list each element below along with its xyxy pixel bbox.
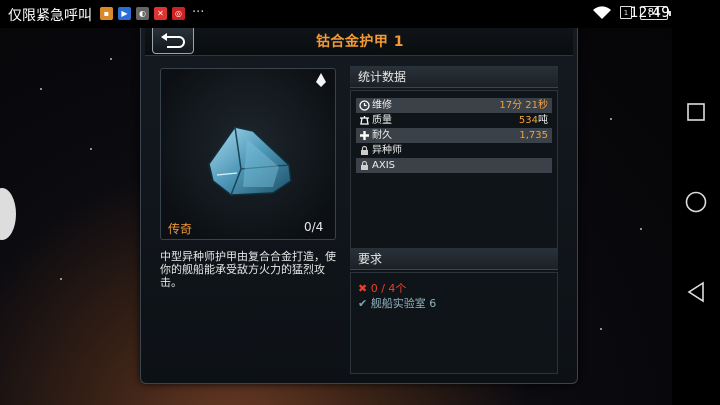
requirement-met: ✔ 舰船实验室 6 — [358, 297, 437, 310]
play-notification-icon: ▶ — [118, 7, 131, 20]
stat-label: 异种师 — [372, 145, 402, 156]
back-arrow-icon — [161, 32, 185, 48]
requirement-unmet: ✖ 0 / 4个 — [358, 282, 407, 295]
stat-row-durability: 耐久 1,735 — [356, 128, 552, 143]
stat-label: 维修 — [372, 100, 392, 111]
recents-button[interactable] — [672, 92, 720, 132]
stat-row-xenotech: 异种师 — [356, 143, 552, 158]
square-icon — [687, 103, 705, 121]
requirements-header: 要求 — [350, 248, 558, 270]
clock-icon — [359, 100, 370, 111]
check-icon: ✔ — [358, 297, 368, 310]
status-bar: 仅限紧急呼叫 ▪ ▶ ◐ ✕ ◎ ··· 1 81 12:49 — [0, 0, 720, 28]
plus-icon — [360, 131, 369, 140]
clock: 12:49 — [629, 5, 670, 21]
armor-plate-image — [208, 126, 292, 196]
stat-label: AXIS — [372, 160, 395, 171]
stat-value: 534吨 — [518, 115, 548, 126]
rarity-label: 传奇 — [168, 222, 193, 236]
home-button[interactable] — [672, 182, 720, 222]
lock-icon — [361, 145, 368, 155]
item-image-panel — [160, 68, 336, 240]
stat-row-axis: AXIS — [356, 158, 552, 173]
stat-value: 17分 21秒 — [499, 100, 548, 111]
carrier-text: 仅限紧急呼叫 — [8, 8, 92, 24]
app-notification-icon: ◎ — [172, 7, 185, 20]
stat-value: 1,735 — [519, 130, 548, 141]
back-button[interactable] — [152, 28, 194, 54]
crystal-icon — [316, 73, 326, 87]
app-notification-icon: ▪ — [100, 7, 113, 20]
side-drawer-handle[interactable] — [0, 188, 16, 240]
item-description: 中型异种师护甲由复合合金打造，使你的舰船能承受敌方火力的猛烈攻击。 — [160, 250, 336, 289]
owned-count: 0/4 — [304, 220, 324, 234]
app-notification-icon: ◐ — [136, 7, 149, 20]
app-notification-icon: ✕ — [154, 7, 167, 20]
lock-icon — [361, 160, 368, 170]
stat-label: 耐久 — [372, 130, 392, 141]
notification-icons: ▪ ▶ ◐ ✕ ◎ ··· — [100, 5, 205, 20]
page-title: 钴合金护甲 1 — [315, 34, 405, 50]
cross-icon: ✖ — [358, 282, 368, 295]
triangle-back-icon — [687, 281, 704, 303]
stats-header: 统计数据 — [350, 66, 558, 88]
wifi-icon — [593, 6, 611, 19]
circle-icon — [685, 191, 707, 213]
weight-icon — [360, 116, 369, 125]
navigation-bar — [672, 28, 720, 405]
back-nav-button[interactable] — [672, 272, 720, 312]
stat-row-repair: 维修 17分 21秒 — [356, 98, 552, 113]
more-notifications-icon: ··· — [192, 5, 205, 20]
stat-label: 质量 — [372, 115, 392, 126]
stat-row-mass: 质量 534吨 — [356, 113, 552, 128]
